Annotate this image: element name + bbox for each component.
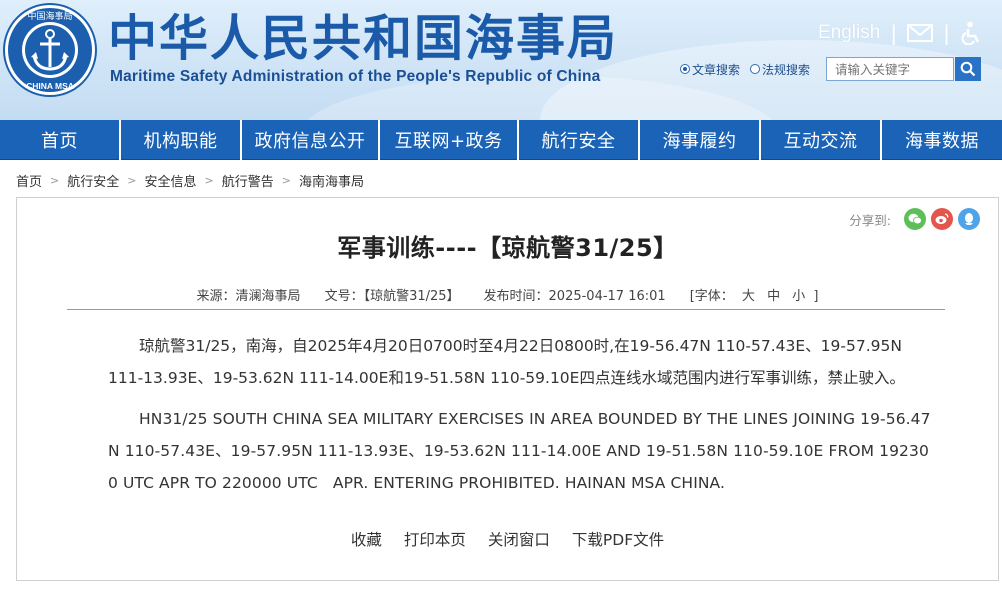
font-size-small[interactable]: 小 [792,289,805,304]
font-size-label: [字体： [689,289,734,304]
site-subtitle: Maritime Safety Administration of the Pe… [110,68,601,85]
breadcrumb-home[interactable]: 首页 [16,171,42,190]
article-body-english: HN31/25 SOUTH CHINA SEA MILITARY EXERCIS… [108,410,931,492]
print-page-link[interactable]: 打印本页 [404,528,466,550]
nav-item-navigation-safety[interactable]: 航行安全 [519,120,640,160]
share-bar: 分享到: [849,208,980,230]
article-body-chinese: 琼航警31/25，南海，自2025年4月20日0700时至4月22日0800时,… [108,337,905,387]
nav-item-gov-info[interactable]: 政府信息公开 [242,120,380,160]
separator: | [890,21,898,45]
meta-divider [67,309,945,310]
logo-text-top: 中国海事局 [27,10,72,22]
nav-item-internet-gov[interactable]: 互联网+政务 [380,120,519,160]
nav-item-interaction[interactable]: 互动交流 [761,120,882,160]
nav-item-data[interactable]: 海事数据 [882,120,1002,160]
breadcrumb-safety-info[interactable]: 安全信息 [144,171,196,190]
breadcrumb-arrow-icon: > [281,173,291,187]
breadcrumb-navigation-warnings[interactable]: 航行警告 [222,171,274,190]
weibo-icon[interactable] [931,208,953,230]
top-links: English | | [818,20,982,46]
separator: | [943,21,950,45]
font-size-selector: [字体： 大 中 小 ] [690,285,819,304]
wechat-icon[interactable] [904,208,926,230]
radio-label: 文章搜索 [692,62,741,77]
breadcrumb-hainan-msa[interactable]: 海南海事局 [299,171,364,190]
main-nav: 首页 机构职能 政府信息公开 互联网+政务 航行安全 海事履约 互动交流 海事数… [0,120,1002,160]
font-size-medium[interactable]: 中 [767,289,780,304]
nav-item-home[interactable]: 首页 [0,120,121,160]
radio-label: 法规搜索 [762,62,811,77]
radio-dot[interactable] [750,64,761,74]
nav-item-compliance[interactable]: 海事履约 [640,120,761,160]
search-button[interactable] [955,57,982,81]
favorite-link[interactable]: 收藏 [351,528,382,550]
article-meta: 来源：清澜海事局 文号：【琼航警31/25】 发布时间：2025-04-17 1… [17,285,998,304]
search-icon [960,61,976,77]
site-title: 中华人民共和国海事局 [108,9,619,67]
font-size-large[interactable]: 大 [742,289,755,304]
mail-icon[interactable] [907,23,934,43]
download-pdf-link[interactable]: 下载PDF文件 [572,528,664,550]
qq-icon[interactable] [958,208,980,230]
close-window-link[interactable]: 关闭窗口 [488,528,550,550]
font-size-bracket: ] [813,289,819,304]
china-msa-logo[interactable]: 中国海事局 CHINA MSA [3,3,97,97]
radio-article-search[interactable]: 文章搜索 [680,61,740,78]
article-title: 军事训练----【琼航警31/25】 [337,234,678,262]
article-doc-number: 文号：【琼航警31/25】 [324,289,460,304]
breadcrumb-arrow-icon: > [204,173,214,187]
breadcrumb: 首页 > 航行安全 > 安全信息 > 航行警告 > 海南海事局 [16,170,364,190]
radio-dot[interactable] [680,64,690,74]
nav-item-functions[interactable]: 机构职能 [121,120,242,160]
accessibility-icon[interactable] [960,21,982,45]
share-label: 分享到: [849,212,891,228]
logo-text-bottom: CHINA MSA [26,81,74,91]
search-input[interactable] [826,57,955,81]
search-area: 文章搜索 法规搜索 [680,57,982,81]
breadcrumb-arrow-icon: > [127,173,137,187]
article-source: 来源：清澜海事局 [196,289,301,304]
article-actions: 收藏 打印本页 关闭窗口 下载PDF文件 [17,528,998,550]
english-link[interactable]: English [818,22,880,44]
breadcrumb-arrow-icon: > [50,173,60,187]
site-header: 中国海事局 CHINA MSA 中华人民共和国海事局 Maritime Safe… [0,0,1002,120]
radio-law-search[interactable]: 法规搜索 [750,61,810,78]
article-publish-time: 发布时间：2025-04-17 16:01 [483,289,666,304]
article-container: 分享到: 军事训练----【琼航警31/25】 来源：清澜海事局 文号：【琼航警… [16,197,999,581]
breadcrumb-navigation-safety[interactable]: 航行安全 [67,171,119,190]
